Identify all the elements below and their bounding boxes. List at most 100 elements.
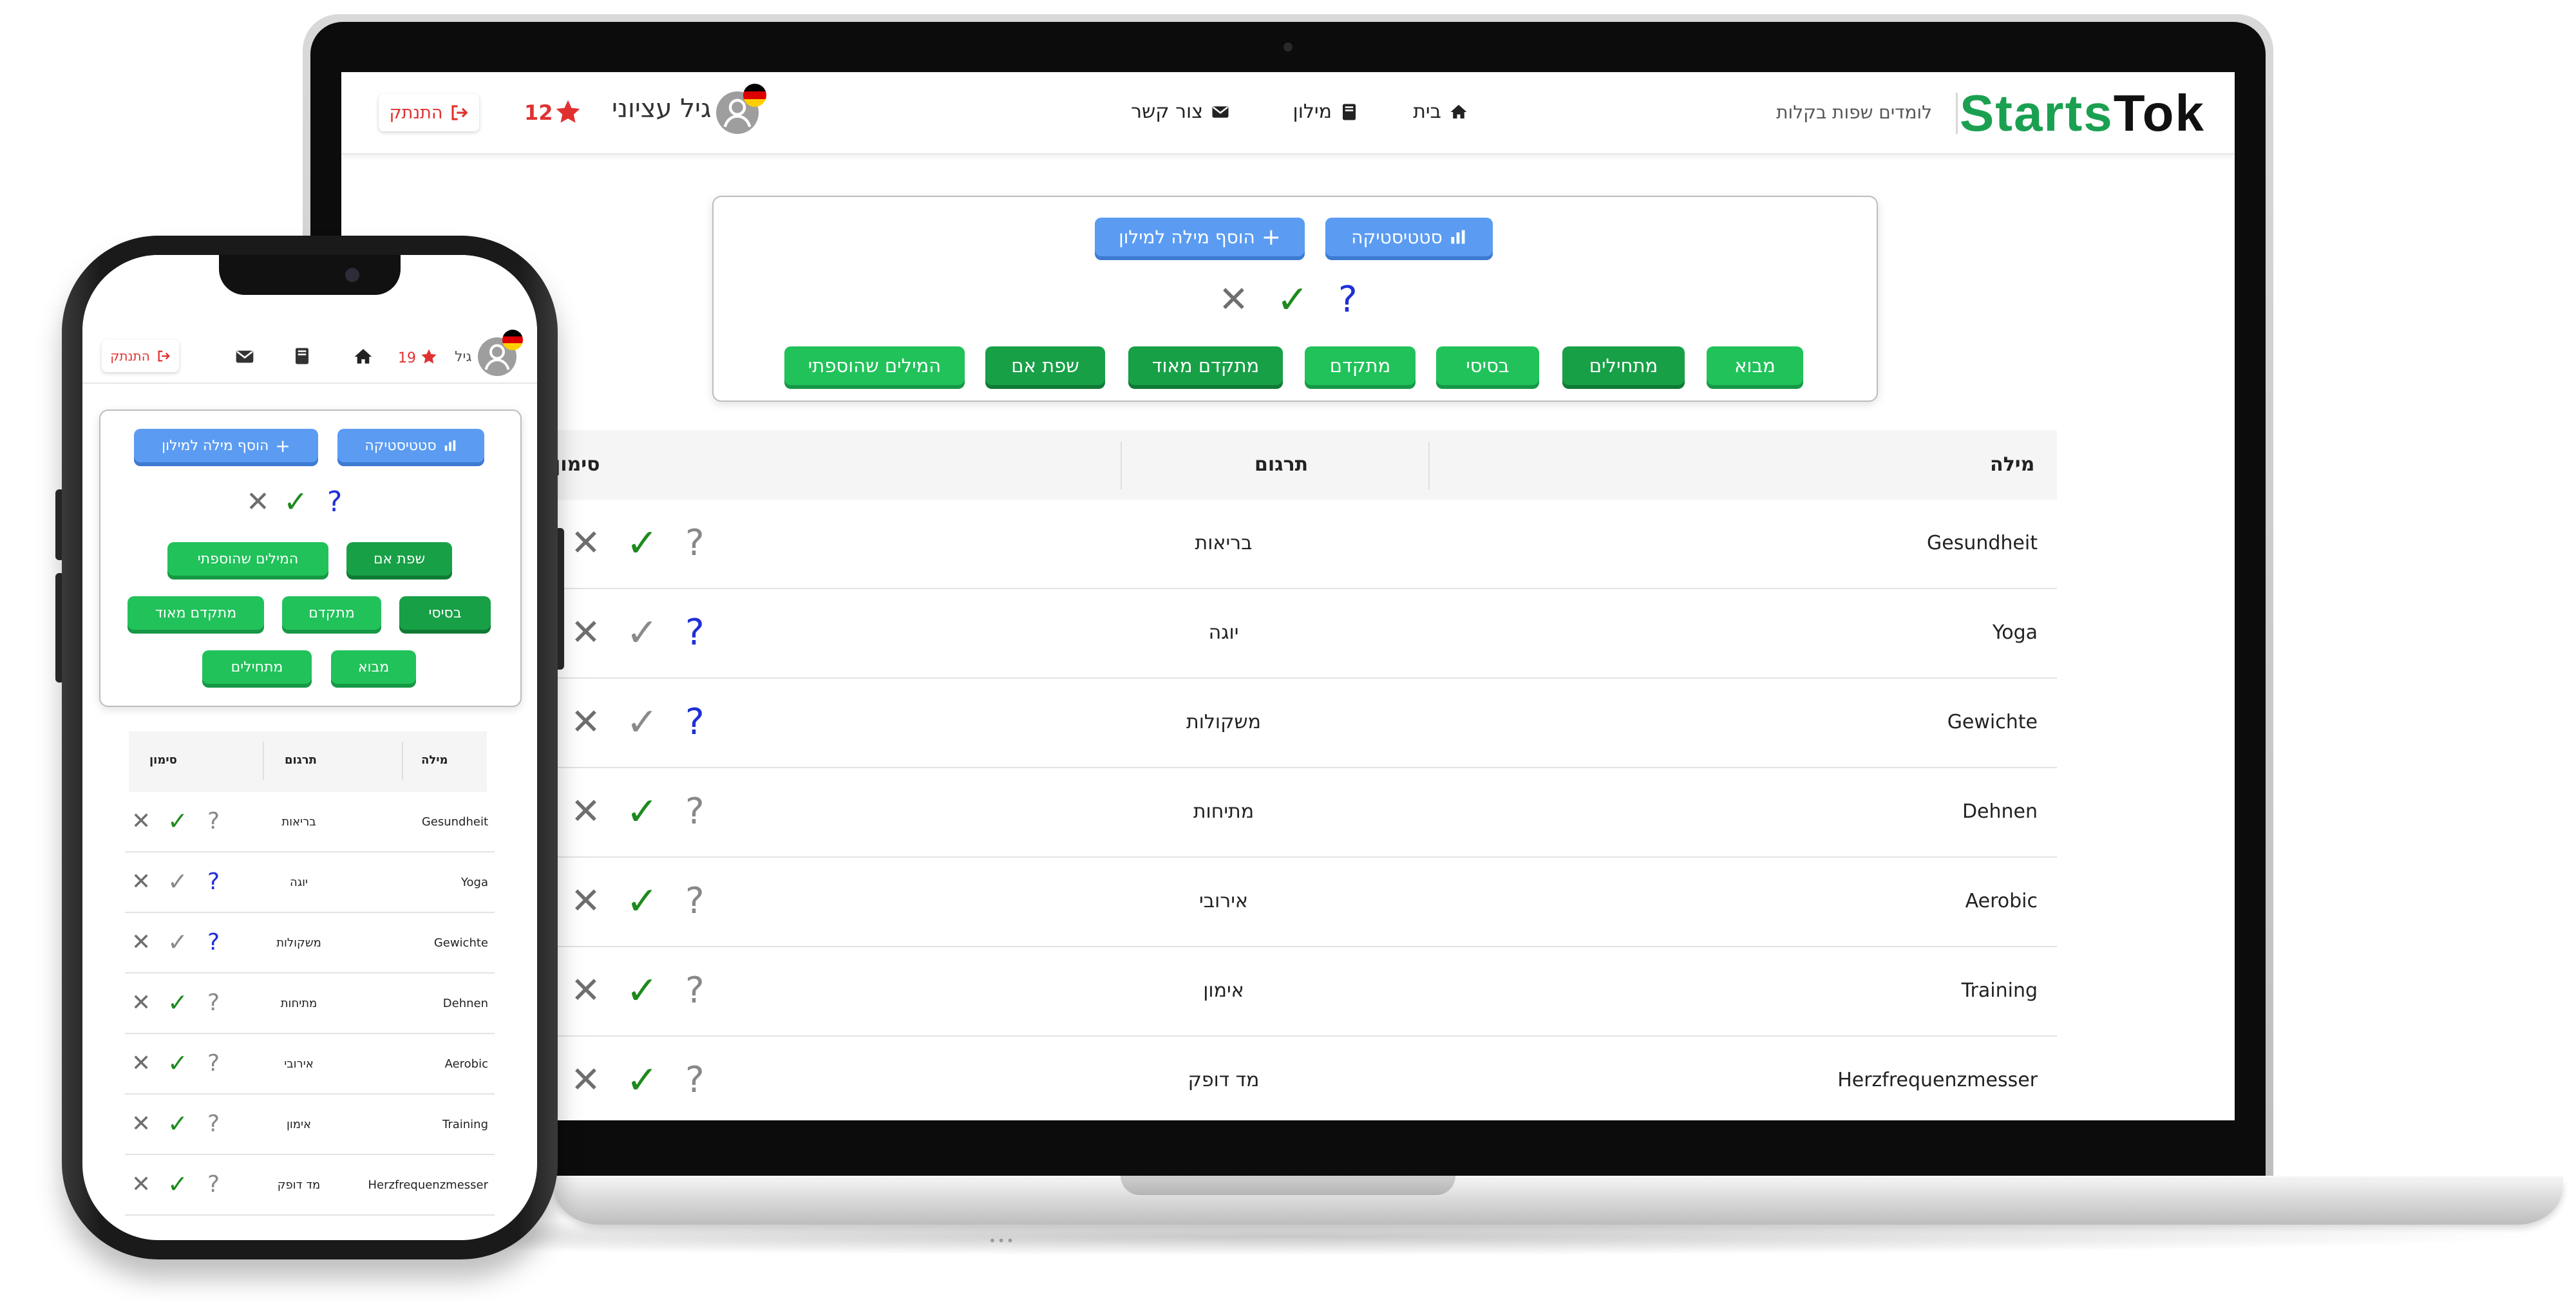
level-very-advanced-button[interactable]: מתקדם מאוד <box>1128 346 1283 385</box>
statistics-button[interactable]: סטטיסטיקה <box>1325 218 1493 256</box>
mark-known-icon[interactable]: ✓ <box>626 703 658 742</box>
mobile-mark-unsure-icon[interactable]: ? <box>207 810 220 833</box>
mobile-book-icon[interactable] <box>292 346 312 366</box>
level-beginners-button[interactable]: מתחילים <box>1562 346 1685 385</box>
mark-known-icon[interactable]: ✓ <box>626 1061 658 1100</box>
logout-button[interactable]: התנתק <box>379 94 479 131</box>
mobile-word-cell: Yoga <box>460 876 488 889</box>
level-basic-button[interactable]: בסיסי <box>1436 346 1539 385</box>
mark-unsure-icon[interactable]: ? <box>685 1062 705 1098</box>
mobile-mark-known-icon[interactable]: ✓ <box>167 930 188 954</box>
mobile-mark-unsure-icon[interactable]: ? <box>207 1052 220 1075</box>
table-row: Dehnen מתיחות ✕ ✓ ? <box>554 768 2057 858</box>
mobile-statistics-button[interactable]: סטטיסטיקה <box>337 429 484 462</box>
mobile-mark-unknown-icon[interactable]: ✕ <box>131 992 151 1015</box>
mark-known-icon[interactable]: ✓ <box>626 793 658 831</box>
mobile-home-icon[interactable] <box>353 346 374 367</box>
mobile-user-name: גיל <box>455 349 472 365</box>
mark-unsure-icon[interactable]: ? <box>685 794 705 830</box>
word-cell: Gewichte <box>1947 711 2038 733</box>
add-word-button[interactable]: + הוסף מילה למילון <box>1095 218 1305 256</box>
mobile-level-very-advanced-button[interactable]: מתקדם מאוד <box>128 596 264 630</box>
level-advanced-button[interactable]: מתקדם <box>1305 346 1416 385</box>
filter-unknown-icon[interactable]: ✕ <box>1218 282 1249 318</box>
mobile-mark-unsure-icon[interactable]: ? <box>207 1113 220 1136</box>
table-row: Gewichte משקולות ✕ ✓ ? <box>554 679 2057 768</box>
mobile-mark-unknown-icon[interactable]: ✕ <box>131 931 151 954</box>
mobile-mark-known-icon[interactable]: ✓ <box>167 869 188 894</box>
mobile-logout-icon <box>158 350 170 362</box>
stars-count: 12 <box>524 100 553 125</box>
filter-known-icon[interactable]: ✓ <box>1276 281 1309 319</box>
mobile-level-beginners-button[interactable]: מתחילים <box>202 650 312 684</box>
mobile-table-row: Gewichte משקולות ✕ ✓ ? <box>125 913 495 974</box>
mark-unknown-icon[interactable]: ✕ <box>571 794 601 830</box>
mark-known-icon[interactable]: ✓ <box>626 524 658 563</box>
mark-known-icon[interactable]: ✓ <box>626 882 658 921</box>
mobile-mark-unsure-icon[interactable]: ? <box>207 1173 220 1196</box>
mark-unknown-icon[interactable]: ✕ <box>571 1062 601 1098</box>
mobile-mark-unsure-icon[interactable]: ? <box>207 992 220 1015</box>
level-intro-button[interactable]: מבוא <box>1707 346 1803 385</box>
mobile-level-intro-button[interactable]: מבוא <box>331 650 416 684</box>
mobile-stars-count: 19 <box>398 350 416 366</box>
mobile-mark-unknown-icon[interactable]: ✕ <box>131 1052 151 1075</box>
mark-unknown-icon[interactable]: ✕ <box>571 525 601 561</box>
mobile-mark-unknown-icon[interactable]: ✕ <box>131 1113 151 1136</box>
mark-unknown-icon[interactable]: ✕ <box>571 615 601 651</box>
translation-cell: יוגה <box>1208 621 1239 644</box>
translation-cell: משקולות <box>1186 711 1262 733</box>
user-name: גיל עציוני <box>612 94 712 124</box>
mobile-mark-unsure-icon[interactable]: ? <box>207 871 220 894</box>
add-word-label: הוסף מילה למילון <box>1119 226 1255 248</box>
level-native-button[interactable]: שפת אם <box>985 346 1105 385</box>
german-flag-icon <box>743 84 766 107</box>
mobile-mark-unsure-icon[interactable]: ? <box>207 931 220 954</box>
mark-unsure-icon[interactable]: ? <box>685 704 705 740</box>
mobile-mark-unknown-icon[interactable]: ✕ <box>131 810 151 833</box>
mobile-level-advanced-button[interactable]: מתקדם <box>282 596 381 630</box>
table-row: Training אימון ✕ ✓ ? <box>554 947 2057 1037</box>
mobile-logout-button[interactable]: התנתק <box>102 340 179 372</box>
nav-contact[interactable]: צור קשר <box>1131 100 1230 123</box>
mobile-mark-unknown-icon[interactable]: ✕ <box>131 871 151 894</box>
mobile-envelope-icon[interactable] <box>234 346 255 367</box>
mobile-level-native-button[interactable]: שפת אם <box>346 542 452 576</box>
mobile-level-basic-button[interactable]: בסיסי <box>399 596 491 630</box>
mobile-mark-known-icon[interactable]: ✓ <box>167 990 188 1015</box>
filter-unsure-icon[interactable]: ? <box>1338 282 1358 318</box>
mobile-mark-unknown-icon[interactable]: ✕ <box>131 1173 151 1196</box>
mobile-mark-known-icon[interactable]: ✓ <box>167 809 188 833</box>
mark-known-icon[interactable]: ✓ <box>626 972 658 1010</box>
mark-unsure-icon[interactable]: ? <box>685 615 705 651</box>
mark-unknown-icon[interactable]: ✕ <box>571 704 601 740</box>
mobile-add-word-button[interactable]: + הוסף מילה למילון <box>134 429 318 462</box>
my-words-button[interactable]: המילים שהוספתי <box>784 346 965 385</box>
mobile-filter-unsure-icon[interactable]: ? <box>327 488 342 516</box>
mark-known-icon[interactable]: ✓ <box>626 614 658 652</box>
nav-dictionary[interactable]: מילון <box>1293 100 1359 123</box>
mobile-translation-cell: בריאות <box>281 815 316 829</box>
mobile-mark-known-icon[interactable]: ✓ <box>167 1051 188 1075</box>
envelope-icon <box>1212 106 1229 118</box>
mark-unsure-icon[interactable]: ? <box>685 973 705 1009</box>
laptop-vent-dots: ••• <box>989 1233 1016 1248</box>
mark-unsure-icon[interactable]: ? <box>685 883 705 919</box>
mark-unsure-icon[interactable]: ? <box>685 525 705 561</box>
logo-part-starts: Starts <box>1959 84 2114 142</box>
mobile-mark-known-icon[interactable]: ✓ <box>167 1111 188 1136</box>
mark-unknown-icon[interactable]: ✕ <box>571 973 601 1009</box>
header-translation: תרגום <box>1255 453 1309 476</box>
mobile-word-cell: Herzfrequenzmesser <box>368 1178 488 1192</box>
mobile-table-row: Dehnen מתיחות ✕ ✓ ? <box>125 974 495 1034</box>
mobile-add-word-label: הוסף מילה למילון <box>162 437 269 454</box>
mark-unknown-icon[interactable]: ✕ <box>571 883 601 919</box>
nav-home[interactable]: בית <box>1413 100 1468 123</box>
mobile-filter-known-icon[interactable]: ✓ <box>283 487 308 516</box>
mobile-mark-known-icon[interactable]: ✓ <box>167 1172 188 1196</box>
mobile-my-words-button[interactable]: המילים שהוספתי <box>167 542 328 576</box>
mobile-filter-unknown-icon[interactable]: ✕ <box>246 488 270 516</box>
translation-cell: אימון <box>1203 979 1244 1002</box>
mobile-word-cell: Gesundheit <box>421 815 488 829</box>
brand-logo[interactable]: StartsTok <box>1960 84 2205 143</box>
